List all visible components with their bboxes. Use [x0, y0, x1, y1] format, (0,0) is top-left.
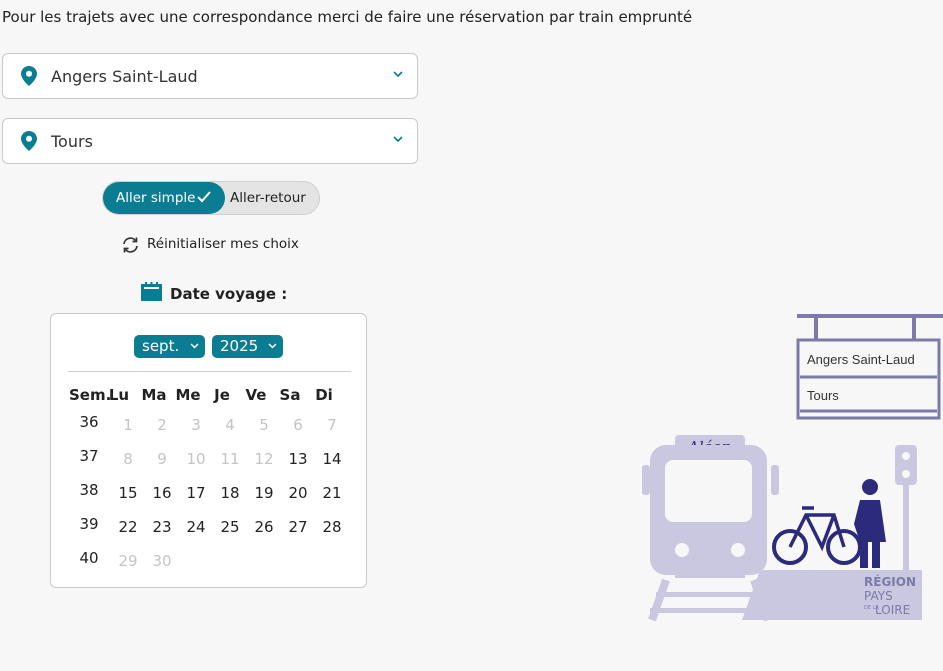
year-value: 2025 [220, 337, 259, 355]
calendar-day[interactable]: 16 [147, 484, 177, 502]
calendar-day[interactable]: 25 [215, 518, 245, 536]
weekday-header: Me [175, 386, 201, 404]
year-select[interactable]: 2025 [212, 335, 283, 358]
calendar-day[interactable]: 14 [317, 450, 347, 468]
intro-text: Pour les trajets avec une correspondance… [2, 8, 693, 26]
one-way-label: Aller simple [116, 190, 196, 206]
departure-select[interactable]: Angers Saint-Laud [2, 53, 418, 99]
calendar-day[interactable]: 19 [249, 484, 279, 502]
region-logo-line-4: LOIRE [875, 603, 910, 617]
calendar-day-disabled: 7 [327, 416, 337, 434]
calendar-day[interactable]: 23 [147, 518, 177, 536]
calendar-day-disabled: 8 [123, 450, 133, 468]
weekday-header: Je [214, 386, 230, 404]
calendar-day-disabled: 9 [157, 450, 167, 468]
date-label-text: Date voyage : [170, 285, 288, 303]
weekday-header: Lu [108, 386, 130, 404]
region-logo-line-1: RÉGION [864, 574, 916, 589]
chevron-down-icon [268, 343, 277, 349]
sign-line-2: Tours [807, 388, 839, 403]
calendar-day[interactable]: 26 [249, 518, 279, 536]
calendar-day-disabled: 12 [254, 450, 274, 468]
calendar-day-disabled: 11 [220, 450, 240, 468]
trip-type-toggle: Aller simple Aller-retour [102, 181, 320, 215]
date-picker: sept. 2025 Sem. Lu Ma Me Je Ve Sa Di 36 1 2 3 4 5 6 7 37… [50, 313, 367, 588]
calendar-divider [68, 371, 351, 372]
week-number: 39 [79, 515, 99, 533]
check-icon [197, 191, 211, 203]
refresh-icon [123, 237, 138, 253]
one-way-option[interactable]: Aller simple [103, 182, 225, 214]
calendar-day[interactable]: 15 [113, 484, 143, 502]
calendar-day[interactable]: 13 [283, 450, 313, 468]
week-number: 38 [79, 481, 99, 499]
calendar-day-disabled: 10 [186, 450, 206, 468]
week-number: 36 [79, 413, 99, 431]
reset-label: Réinitialiser mes choix [147, 236, 299, 252]
weekday-header: Di [315, 386, 333, 404]
region-logo-line-2: PAYS [864, 589, 893, 603]
calendar-day-disabled: 29 [118, 552, 138, 570]
chevron-down-icon [393, 136, 403, 143]
calendar-day-disabled: 6 [293, 416, 303, 434]
calendar-day[interactable]: 28 [317, 518, 347, 536]
calendar-day-disabled: 1 [123, 416, 133, 434]
calendar-day[interactable]: 18 [215, 484, 245, 502]
calendar-day-disabled: 2 [157, 416, 167, 434]
calendar-day-disabled: 3 [191, 416, 201, 434]
weekday-header: Sa [279, 386, 301, 404]
train-station-illustration: Angers Saint-Laud Tours Aléop RÉGION PAY… [642, 314, 943, 622]
calendar-day-disabled: 5 [259, 416, 269, 434]
month-value: sept. [142, 337, 180, 355]
calendar-day[interactable]: 22 [113, 518, 143, 536]
arrival-value: Tours [51, 132, 93, 151]
location-pin-icon [21, 66, 37, 86]
calendar-day-disabled: 30 [152, 552, 172, 570]
calendar-day[interactable]: 21 [317, 484, 347, 502]
calendar-day[interactable]: 24 [181, 518, 211, 536]
chevron-down-icon [190, 343, 199, 349]
weekday-header: Ve [245, 386, 267, 404]
location-pin-icon [21, 131, 37, 151]
calendar-day[interactable]: 17 [181, 484, 211, 502]
calendar-icon [141, 282, 162, 301]
week-number: 37 [79, 447, 99, 465]
arrival-select[interactable]: Tours [2, 118, 418, 164]
chevron-down-icon [393, 71, 403, 78]
sign-line-1: Angers Saint-Laud [807, 352, 915, 367]
calendar-day[interactable]: 27 [283, 518, 313, 536]
calendar-day-disabled: 4 [225, 416, 235, 434]
return-option[interactable]: Aller-retour [230, 182, 306, 214]
weekday-header: Ma [141, 386, 167, 404]
month-select[interactable]: sept. [134, 335, 205, 358]
departure-value: Angers Saint-Laud [51, 67, 198, 86]
calendar-day[interactable]: 20 [283, 484, 313, 502]
week-number: 40 [79, 549, 99, 567]
